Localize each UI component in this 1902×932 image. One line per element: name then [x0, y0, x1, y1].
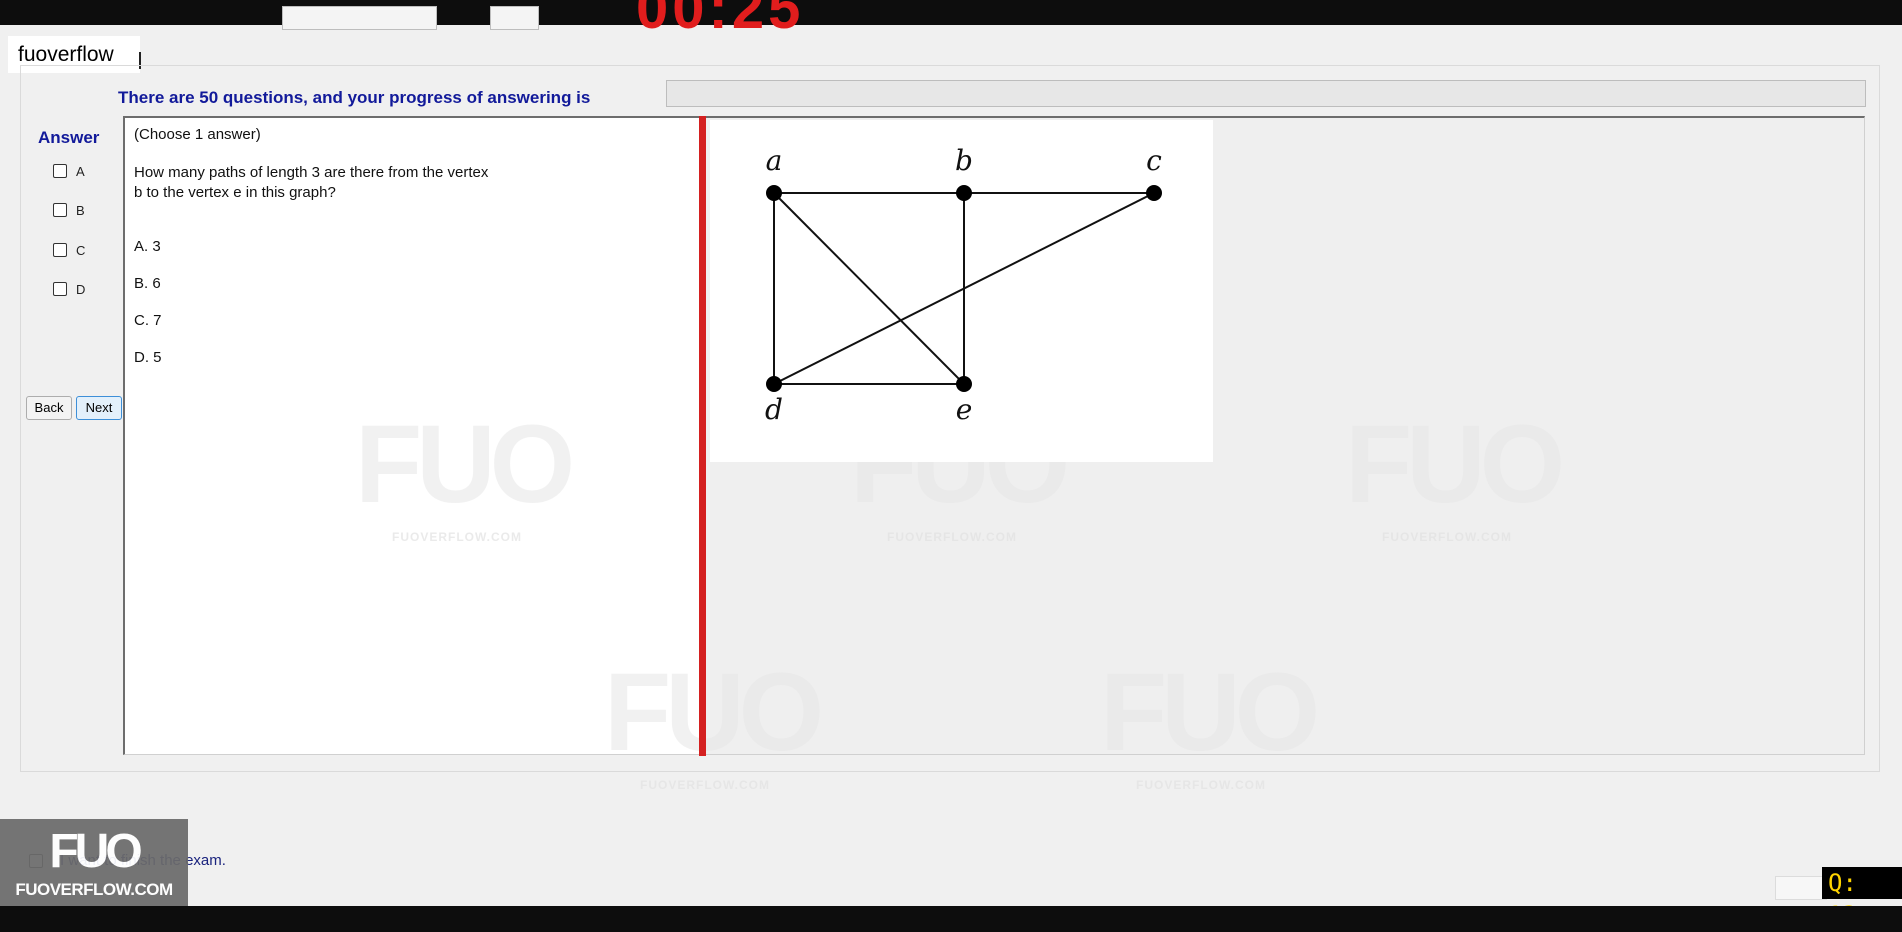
bottom-bar	[0, 906, 1902, 932]
answer-option-b[interactable]: B	[53, 200, 85, 220]
question-choice-d: D. 5	[134, 349, 162, 366]
answer-option-c[interactable]: C	[53, 240, 85, 260]
checkbox[interactable]	[53, 282, 67, 296]
answer-option-label: A	[76, 163, 85, 179]
fuoverflow-logo: FUO FUOVERFLOW.COM	[0, 819, 188, 906]
answer-option-d[interactable]: D	[53, 279, 85, 299]
watermark-url: FUOVERFLOW.COM	[640, 778, 770, 792]
graph-vertex-label-b: b	[955, 144, 973, 177]
graph-vertex-label-e: e	[956, 393, 973, 426]
graph-vertex-c	[1146, 185, 1162, 201]
answer-heading: Answer	[38, 128, 100, 147]
question-instruction: (Choose 1 answer)	[134, 126, 261, 143]
question-jump-field[interactable]	[1775, 876, 1827, 900]
exam-code-field[interactable]	[282, 6, 437, 30]
progress-text: There are 50 questions, and your progres…	[118, 88, 591, 107]
progress-bar	[666, 80, 1866, 107]
pane-splitter[interactable]	[699, 116, 706, 756]
graph-vertex-label-d: d	[765, 393, 783, 426]
graph-vertex-d	[766, 376, 782, 392]
checkbox[interactable]	[53, 203, 67, 217]
graph-vertex-e	[956, 376, 972, 392]
question-body: How many paths of length 3 are there fro…	[134, 163, 554, 203]
graph-vertex-b	[956, 185, 972, 201]
answer-option-a[interactable]: A	[53, 161, 85, 181]
back-button[interactable]: Back	[26, 396, 72, 420]
countdown-timer: 00:25	[636, 0, 805, 41]
graph-diagram: a b c d e	[765, 144, 1162, 426]
question-choice-c: C. 7	[134, 312, 162, 329]
font-size-field[interactable]	[490, 6, 539, 30]
graph-vertex-label-c: c	[1146, 144, 1162, 177]
answer-option-label: B	[76, 202, 85, 218]
question-body-line: How many paths of length 3 are there fro…	[134, 164, 489, 181]
question-body-line: b to the vertex e in this graph?	[134, 184, 336, 201]
logo-mark: FUO	[49, 825, 142, 878]
graph-vertex-label-a: a	[766, 144, 783, 177]
question-graph-image: a b c d e	[710, 120, 1213, 462]
graph-edge-a-e	[773, 192, 965, 385]
graph-vertex-a	[766, 185, 782, 201]
question-counter: Q: 13	[1822, 867, 1902, 929]
question-choice-b: B. 6	[134, 275, 161, 292]
next-button[interactable]: Next	[76, 396, 122, 420]
logo-url: FUOVERFLOW.COM	[15, 880, 173, 899]
question-choice-a: A. 3	[134, 238, 161, 255]
answer-option-label: D	[76, 281, 86, 297]
checkbox[interactable]	[53, 243, 67, 257]
checkbox[interactable]	[53, 164, 67, 178]
watermark-url: FUOVERFLOW.COM	[1136, 778, 1266, 792]
question-text-pane	[125, 118, 700, 754]
answer-option-label: C	[76, 242, 86, 258]
